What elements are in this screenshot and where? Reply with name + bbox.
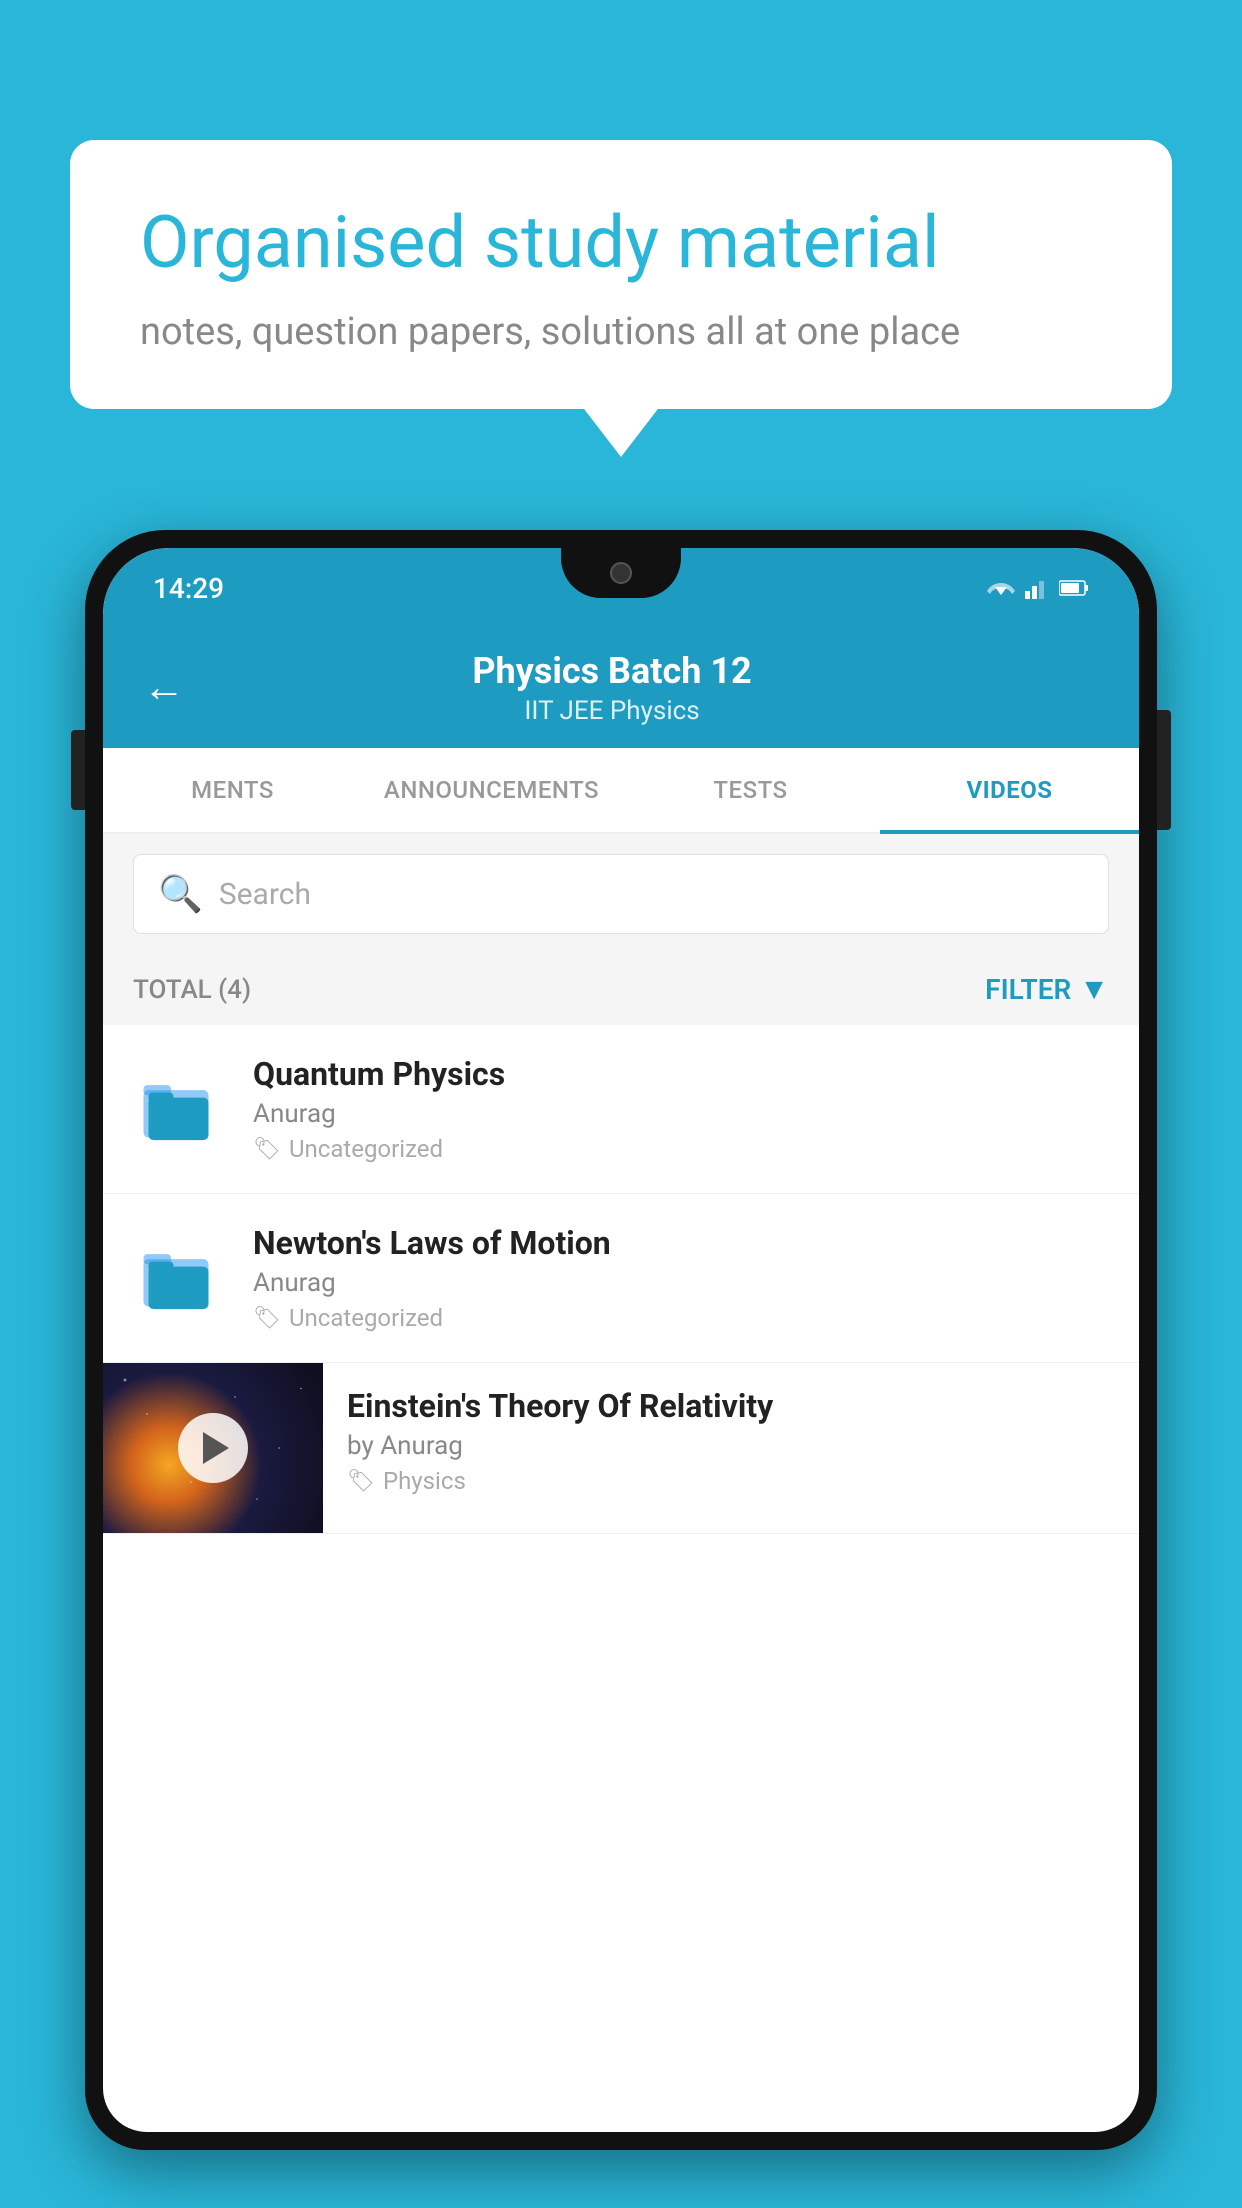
filter-icon: ▼ (1079, 972, 1109, 1007)
tag-icon: 🏷 (347, 1469, 375, 1494)
filter-label: FILTER (985, 973, 1071, 1006)
tag-icon: 🏷 (253, 1306, 281, 1331)
bubble-subtitle: notes, question papers, solutions all at… (140, 310, 1102, 354)
bubble-title: Organised study material (140, 200, 1102, 286)
tag-icon: 🏷 (253, 1137, 281, 1162)
item-author: by Anurag (347, 1431, 1115, 1461)
phone-screen: 14:29 (103, 548, 1139, 2132)
search-bar-container: 🔍 Search (103, 834, 1139, 954)
filter-button[interactable]: FILTER ▼ (985, 972, 1109, 1007)
status-icons (987, 577, 1089, 599)
list-container: Quantum Physics Anurag 🏷 Uncategorized (103, 1025, 1139, 1534)
item-content: Quantum Physics Anurag 🏷 Uncategorized (253, 1055, 1109, 1163)
video-thumbnail (103, 1363, 323, 1533)
header-title-block: Physics Batch 12 IIT JEE Physics (209, 650, 1015, 726)
speech-bubble-card: Organised study material notes, question… (70, 140, 1172, 409)
play-button[interactable] (178, 1413, 248, 1483)
status-time: 14:29 (153, 572, 224, 605)
item-tag: 🏷 Physics (347, 1467, 1115, 1495)
tag-text: Uncategorized (289, 1304, 443, 1332)
item-author: Anurag (253, 1099, 1109, 1129)
tab-announcements[interactable]: ANNOUNCEMENTS (362, 748, 621, 832)
phone-wrapper: 14:29 (85, 530, 1157, 2208)
app-header: ← Physics Batch 12 IIT JEE Physics (103, 628, 1139, 748)
header-title: Physics Batch 12 (209, 650, 1015, 692)
speech-bubble-section: Organised study material notes, question… (70, 140, 1172, 409)
tabs-bar: MENTS ANNOUNCEMENTS TESTS VIDEOS (103, 748, 1139, 834)
list-item[interactable]: Newton's Laws of Motion Anurag 🏷 Uncateg… (103, 1194, 1139, 1363)
search-placeholder: Search (219, 877, 311, 912)
item-title: Newton's Laws of Motion (253, 1224, 1109, 1262)
tag-text: Uncategorized (289, 1135, 443, 1163)
tab-videos[interactable]: VIDEOS (880, 748, 1139, 832)
search-bar[interactable]: 🔍 Search (133, 854, 1109, 934)
header-subtitle: IIT JEE Physics (209, 696, 1015, 726)
tab-ments[interactable]: MENTS (103, 748, 362, 832)
play-icon (203, 1432, 229, 1464)
tag-text: Physics (383, 1467, 466, 1495)
folder-icon (133, 1233, 223, 1323)
tab-tests[interactable]: TESTS (621, 748, 880, 832)
item-author: Anurag (253, 1268, 1109, 1298)
battery-icon (1059, 579, 1089, 597)
filter-bar: TOTAL (4) FILTER ▼ (103, 954, 1139, 1025)
list-item[interactable]: Quantum Physics Anurag 🏷 Uncategorized (103, 1025, 1139, 1194)
item-content: Einstein's Theory Of Relativity by Anura… (323, 1363, 1139, 1515)
notch (561, 548, 681, 598)
item-tag: 🏷 Uncategorized (253, 1304, 1109, 1332)
item-title: Einstein's Theory Of Relativity (347, 1387, 1115, 1425)
item-content: Newton's Laws of Motion Anurag 🏷 Uncateg… (253, 1224, 1109, 1332)
total-count: TOTAL (4) (133, 975, 251, 1005)
item-title: Quantum Physics (253, 1055, 1109, 1093)
wifi-icon (987, 577, 1015, 599)
back-button[interactable]: ← (143, 667, 185, 709)
list-item[interactable]: Einstein's Theory Of Relativity by Anura… (103, 1363, 1139, 1534)
search-icon: 🔍 (158, 873, 203, 915)
status-bar: 14:29 (103, 548, 1139, 628)
folder-icon (133, 1064, 223, 1154)
phone-outer: 14:29 (85, 530, 1157, 2150)
item-tag: 🏷 Uncategorized (253, 1135, 1109, 1163)
camera (610, 562, 632, 584)
signal-icon (1025, 577, 1049, 599)
